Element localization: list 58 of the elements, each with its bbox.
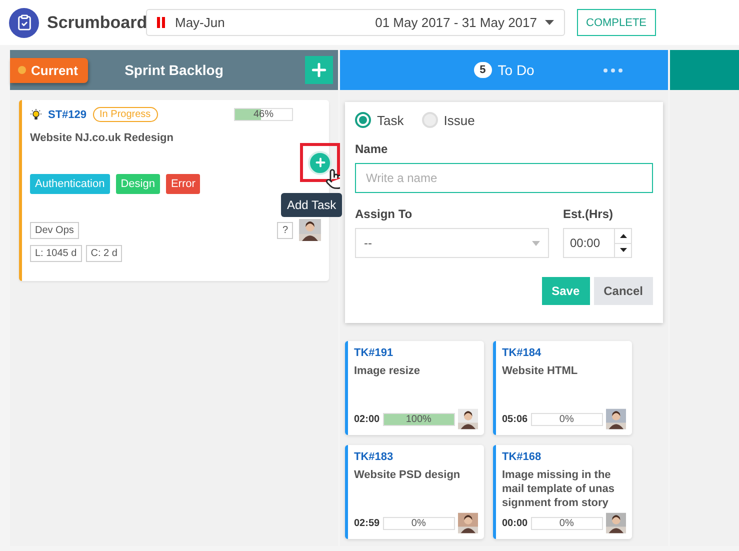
- app-title: Scrumboard: [47, 12, 146, 32]
- task-id[interactable]: TK#168: [502, 451, 626, 463]
- story-id[interactable]: ST#129: [48, 108, 87, 120]
- progress-label: 100%: [404, 414, 432, 424]
- task-time: 02:00: [354, 414, 380, 424]
- current-badge: Current: [10, 58, 88, 82]
- logo-icon: [9, 8, 39, 38]
- name-field[interactable]: Write a name: [355, 163, 653, 193]
- lead-time: L: 1045 d: [30, 245, 82, 262]
- task-id[interactable]: TK#183: [354, 451, 478, 463]
- more-icon[interactable]: [603, 68, 623, 72]
- sprint-name: May-Jun: [175, 15, 226, 30]
- count-badge: 5: [474, 62, 492, 78]
- task-id[interactable]: TK#184: [502, 347, 626, 359]
- estimate-field[interactable]: 00:00: [563, 228, 614, 258]
- caret-icon: [545, 20, 554, 25]
- task-time: 02:59: [354, 518, 380, 528]
- add-button[interactable]: [305, 56, 333, 84]
- task-time: 05:06: [502, 414, 528, 424]
- cancel-button[interactable]: Cancel: [594, 277, 653, 305]
- task-title: Image missing in the mail template of unas signment from story: [502, 468, 616, 511]
- field-label: Assign To: [355, 207, 414, 221]
- tag: Authentication: [30, 174, 110, 194]
- team-label: Dev Ops: [30, 222, 79, 238]
- field-label: Est.(Hrs): [563, 207, 614, 221]
- task-time: 00:00: [502, 518, 528, 528]
- task-title: Website PSD design: [354, 468, 462, 483]
- pause-icon: [157, 17, 165, 28]
- up-arrow-icon: [620, 234, 626, 238]
- sprint-dates: 01 May 2017 - 31 May 2017: [375, 15, 537, 30]
- type-radio[interactable]: Issue: [422, 112, 475, 128]
- caret-icon: [532, 240, 540, 246]
- sprint-selector[interactable]: May-Jun 01 May 2017 - 31 May 2017: [146, 9, 565, 36]
- progress-label: 0%: [558, 518, 575, 528]
- lightbulb-icon: [30, 108, 42, 120]
- complete-button[interactable]: COMPLETE: [577, 9, 656, 36]
- status-badge: In Progress: [92, 107, 158, 122]
- help-button[interactable]: ?: [277, 222, 293, 238]
- tag: Error: [166, 174, 200, 194]
- task-id[interactable]: TK#191: [354, 347, 478, 359]
- type-radio[interactable]: Task: [355, 112, 404, 128]
- column-title: To Do: [498, 62, 534, 78]
- assign-select[interactable]: --: [355, 228, 549, 258]
- tooltip: Add Task: [281, 193, 342, 217]
- progress-label: 0%: [558, 414, 575, 424]
- plus-icon: [314, 156, 326, 169]
- plus-icon: [309, 60, 329, 80]
- task-title: Website HTML: [502, 364, 579, 379]
- down-arrow-icon: [620, 248, 626, 252]
- add-task-button[interactable]: [308, 150, 332, 174]
- progress-label: 46%: [252, 109, 274, 120]
- story-title: Website NJ.co.uk Redesign: [30, 132, 174, 144]
- progress-label: 0%: [410, 518, 427, 528]
- column-title: Sprint Backlog: [124, 62, 224, 78]
- cycle-time: C: 2 d: [86, 245, 122, 262]
- tag: Design: [116, 174, 160, 194]
- task-title: Image resize: [354, 364, 422, 379]
- field-label: Name: [355, 142, 389, 156]
